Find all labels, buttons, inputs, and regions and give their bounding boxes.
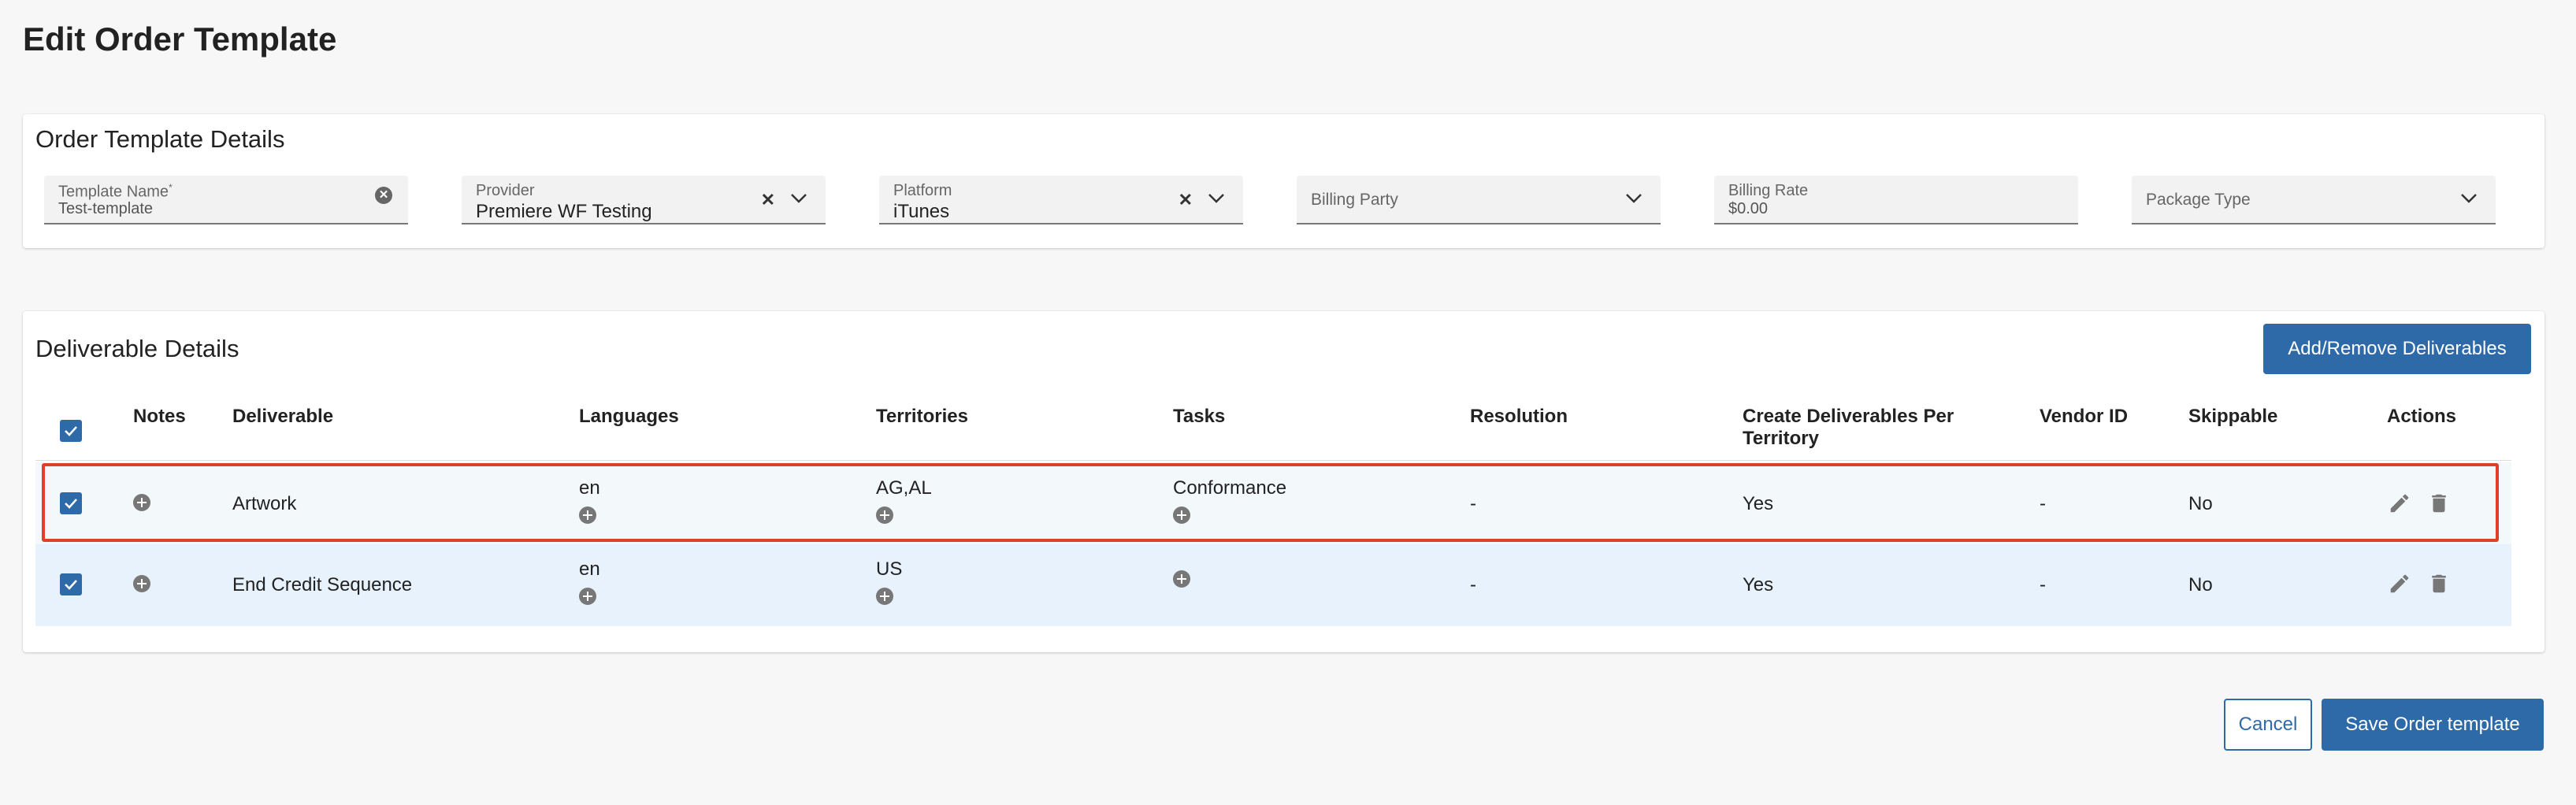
deliverable-name: End Credit Sequence [232,574,413,595]
col-notes: Notes [133,406,186,427]
skippable-value: No [2188,493,2213,514]
add-territory-icon[interactable] [876,506,893,524]
add-note-icon[interactable] [133,575,150,592]
vendor-id-value: - [2040,493,2046,514]
deliverables-table: Notes Deliverable Languages Territories … [35,387,2511,631]
page-title: Edit Order Template [23,20,337,58]
platform-label: Platform [893,182,952,199]
platform-select[interactable]: Platform iTunes ✕ [879,176,1243,224]
add-note-icon[interactable] [133,494,150,511]
order-template-details-card: Order Template Details Template Name* Te… [23,114,2544,248]
check-icon [65,426,77,436]
col-tasks: Tasks [1173,406,1226,427]
chevron-down-icon[interactable] [789,192,808,205]
row-checkbox[interactable] [60,573,82,595]
chevron-down-icon[interactable] [1207,192,1226,205]
provider-select[interactable]: Provider Premiere WF Testing ✕ [462,176,826,224]
add-language-icon[interactable] [579,506,596,524]
territories-value: US [876,558,903,580]
trash-icon[interactable] [2427,492,2451,515]
languages-value: en [579,477,600,499]
add-task-icon[interactable] [1173,570,1190,588]
col-languages: Languages [579,406,679,427]
col-territories: Territories [876,406,968,427]
clear-x-icon[interactable]: ✕ [761,190,775,210]
provider-value: Premiere WF Testing [476,201,652,222]
vendor-id-value: - [2040,574,2046,595]
check-icon [65,580,77,590]
table-header: Notes Deliverable Languages Territories … [35,387,2511,461]
billing-rate-value: $0.00 [1728,200,1769,217]
skippable-value: No [2188,574,2213,595]
order-details-title: Order Template Details [35,125,285,153]
deliverable-details-title: Deliverable Details [35,335,239,362]
save-order-template-button[interactable]: Save Order template [2322,699,2544,751]
billing-rate-field[interactable]: Billing Rate $0.00 [1714,176,2078,224]
trash-icon[interactable] [2427,572,2451,595]
row-checkbox[interactable] [60,492,82,514]
template-name-field[interactable]: Template Name* Test-template ✕ [44,176,408,224]
deliverable-name: Artwork [232,493,297,514]
resolution-value: - [1470,493,1476,514]
clear-x-icon[interactable]: ✕ [1179,190,1193,210]
col-create-per-territory: Create Deliverables Per Territory [1743,406,1954,449]
col-skippable: Skippable [2188,406,2278,427]
table-row[interactable]: End Credit Sequence en US - Yes - No [35,544,2511,626]
col-actions: Actions [2387,406,2457,427]
clear-circle-icon[interactable]: ✕ [375,187,392,204]
select-all-checkbox[interactable] [60,420,82,442]
add-language-icon[interactable] [579,588,596,605]
cancel-button[interactable]: Cancel [2224,699,2312,751]
billing-party-label: Billing Party [1311,191,1398,209]
per-territory-value: Yes [1743,493,1774,514]
col-deliverable: Deliverable [232,406,334,427]
chevron-down-icon[interactable] [1624,192,1643,205]
add-territory-icon[interactable] [876,588,893,605]
template-name-value: Test-template [58,200,154,217]
check-icon [65,499,77,509]
package-type-label: Package Type [2146,191,2251,209]
resolution-value: - [1470,574,1476,595]
territories-value: AG,AL [876,477,932,499]
add-remove-deliverables-button[interactable]: Add/Remove Deliverables [2263,324,2531,374]
billing-party-select[interactable]: Billing Party [1297,176,1661,224]
col-resolution: Resolution [1470,406,1568,427]
languages-value: en [579,558,600,580]
package-type-select[interactable]: Package Type [2132,176,2496,224]
chevron-down-icon[interactable] [2459,192,2478,205]
table-row[interactable]: Artwork en AG,AL Conformance - Yes - No [35,462,2511,544]
template-name-label: Template Name* [58,182,173,201]
add-task-icon[interactable] [1173,506,1190,524]
per-territory-value: Yes [1743,574,1774,595]
deliverable-details-card: Deliverable Details Add/Remove Deliverab… [23,311,2544,652]
pencil-icon[interactable] [2388,492,2411,515]
billing-rate-label: Billing Rate [1728,182,1809,199]
col-vendor-id: Vendor ID [2040,406,2129,427]
platform-value: iTunes [893,201,950,222]
pencil-icon[interactable] [2388,572,2411,595]
provider-label: Provider [476,182,535,199]
tasks-value: Conformance [1173,477,1287,499]
